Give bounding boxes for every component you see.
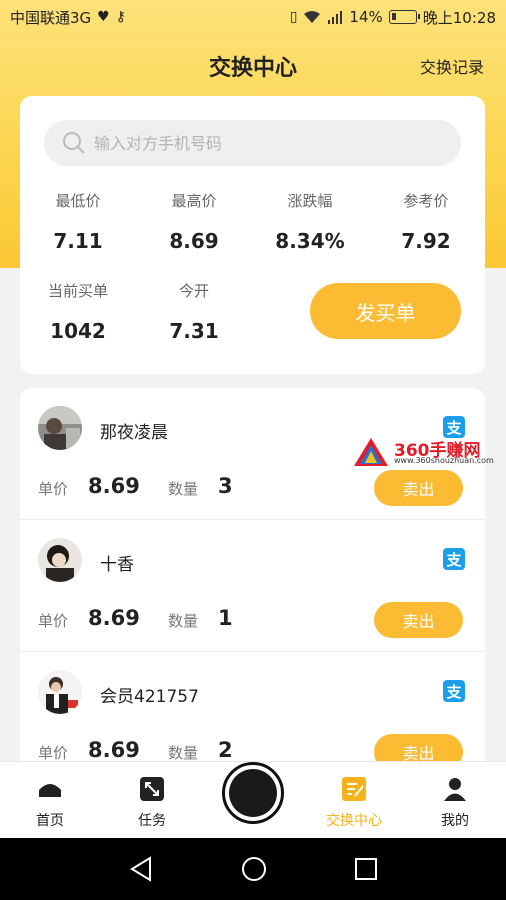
avatar[interactable] (38, 538, 82, 582)
center-button-inner (229, 769, 277, 817)
clock: 晚上10:28 (422, 8, 496, 27)
market-info-card: 最低价 7.11 最高价 8.69 涨跌幅 8.34% 参考价 7.92 当前买… (20, 96, 485, 374)
tab-home[interactable]: 首页 (10, 774, 90, 830)
watermark: 360手赚网 www.360shouzhuan.com (352, 434, 502, 474)
status-bar: 中国联通3G ♥ ⚷ ▯ 14% 晚上10:28 (0, 0, 506, 34)
tab-label: 交换中心 (326, 813, 382, 829)
stat-ref-price: 参考价 7.92 (376, 190, 476, 253)
exchange-history-link[interactable]: 交换记录 (420, 54, 484, 78)
alipay-icon: 支 (443, 548, 465, 570)
stat-change: 涨跌幅 8.34% (260, 190, 360, 253)
stat-label: 今开 (178, 282, 209, 300)
vibrate-icon: ▯ (289, 9, 298, 25)
quantity-label: 数量 (168, 612, 199, 630)
quantity-label: 数量 (168, 480, 199, 498)
key-icon: ⚷ (115, 9, 126, 25)
stat-value: 1042 (50, 319, 106, 343)
tab-label: 首页 (36, 813, 64, 829)
divider (20, 519, 485, 520)
list-item: 十香 支 单价 8.69 数量 1 卖出 (20, 520, 485, 652)
post-buy-order-button[interactable]: 发买单 (310, 283, 461, 339)
unit-price-label: 单价 (38, 612, 69, 630)
unit-price-value: 8.69 (88, 474, 140, 498)
quantity-value: 1 (218, 606, 233, 630)
tab-label: 我的 (441, 813, 469, 829)
list-item: 会员421757 支 单价 8.69 数量 2 卖出 (20, 652, 485, 768)
unit-price-label: 单价 (38, 744, 69, 762)
carrier-label: 中国联通3G (10, 8, 92, 27)
stat-value: 8.69 (169, 229, 219, 253)
profile-icon (444, 778, 466, 801)
user-name: 会员421757 (100, 687, 199, 707)
stat-label: 最低价 (55, 192, 101, 210)
stat-max-price: 最高价 8.69 (144, 190, 244, 253)
stat-label: 涨跌幅 (287, 192, 333, 210)
battery-icon (388, 10, 420, 24)
wifi-icon (304, 11, 321, 23)
stat-label: 参考价 (403, 192, 449, 210)
unit-price-value: 8.69 (88, 606, 140, 630)
recents-icon[interactable] (353, 855, 379, 883)
stat-value: 7.11 (53, 229, 103, 253)
unit-price-label: 单价 (38, 480, 69, 498)
bottom-tab-bar: 首页 任务 交换中心 我的 (0, 761, 506, 838)
stat-value: 7.31 (169, 319, 219, 343)
watermark-url: www.360shouzhuan.com (394, 456, 494, 465)
alipay-icon: 支 (443, 680, 465, 702)
stat-label: 最高价 (171, 192, 217, 210)
tab-profile[interactable]: 我的 (415, 774, 495, 830)
heart-icon: ♥ (97, 9, 110, 25)
stat-min-price: 最低价 7.11 (28, 190, 128, 253)
stat-label: 当前买单 (47, 282, 108, 300)
home-nav-icon[interactable] (240, 855, 268, 883)
signal-icon (328, 11, 343, 24)
center-action-button[interactable] (222, 762, 284, 824)
user-name: 十香 (100, 555, 134, 575)
quantity-value: 2 (218, 738, 233, 762)
phone-search-input[interactable] (94, 133, 434, 153)
back-icon[interactable] (128, 855, 154, 883)
home-icon (39, 784, 61, 800)
avatar[interactable] (38, 406, 82, 450)
stat-today-open: 今开 7.31 (144, 280, 244, 343)
divider (20, 651, 485, 652)
stat-value: 7.92 (401, 229, 451, 253)
system-navigation-bar (0, 838, 506, 900)
watermark-logo-icon (354, 438, 388, 466)
quantity-value: 3 (218, 474, 233, 498)
stat-value: 8.34% (275, 229, 345, 253)
tab-exchange[interactable]: 交换中心 (314, 774, 394, 830)
tab-task[interactable]: 任务 (112, 774, 192, 830)
task-icon (140, 777, 164, 801)
title-bar: 交换中心 交换记录 (0, 46, 506, 86)
user-name: 那夜凌晨 (100, 423, 168, 443)
sell-button[interactable]: 卖出 (374, 602, 463, 638)
search-icon (63, 132, 85, 154)
battery-percent: 14% (349, 8, 383, 26)
stat-current-orders: 当前买单 1042 (28, 280, 128, 343)
search-box[interactable] (44, 120, 461, 166)
exchange-icon (342, 777, 366, 801)
sell-button[interactable]: 卖出 (374, 470, 463, 506)
unit-price-value: 8.69 (88, 738, 140, 762)
quantity-label: 数量 (168, 744, 199, 762)
avatar[interactable] (38, 670, 82, 714)
tab-label: 任务 (138, 813, 166, 829)
